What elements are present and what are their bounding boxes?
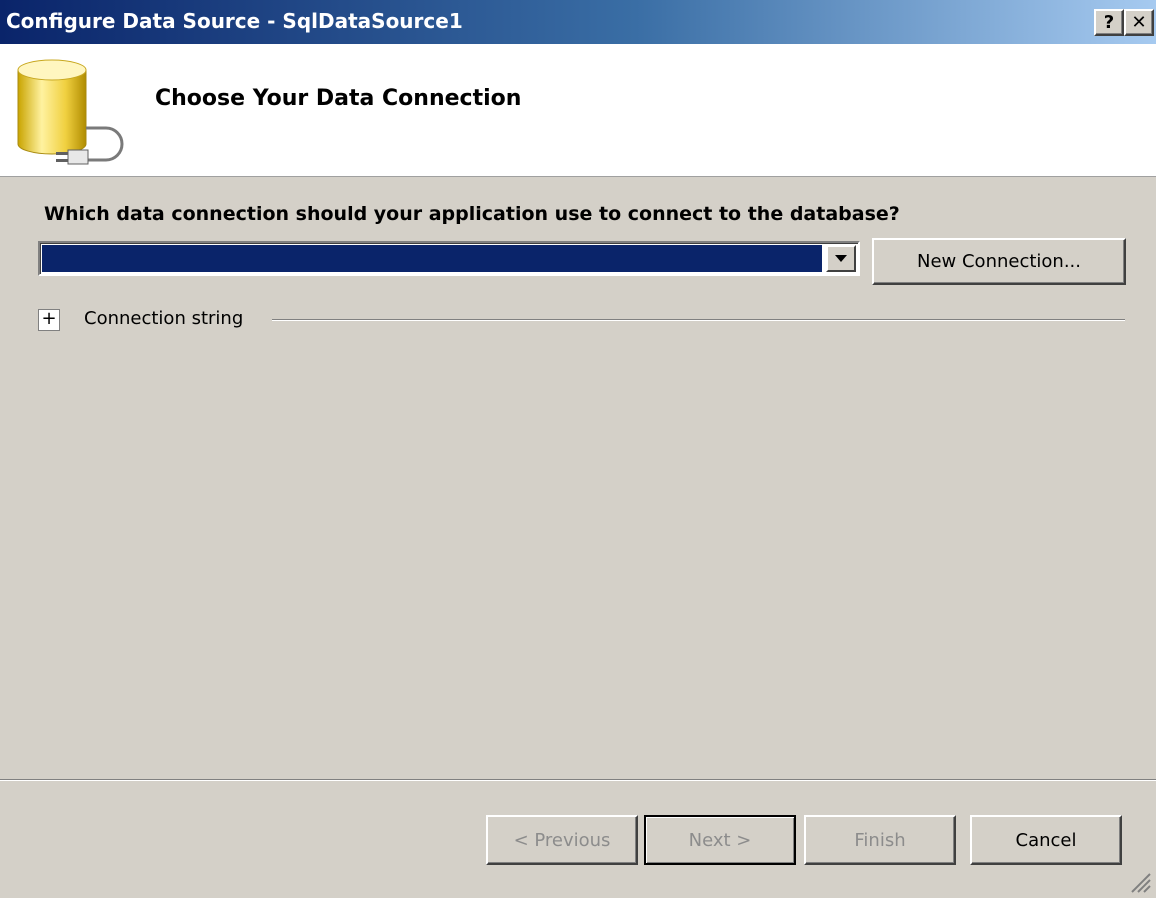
close-icon: ✕ [1131, 11, 1147, 33]
close-button[interactable]: ✕ [1124, 9, 1154, 36]
configure-data-source-dialog: Configure Data Source - SqlDataSource1 ?… [0, 0, 1156, 898]
previous-button[interactable]: < Previous [486, 815, 638, 865]
data-connection-dropdown[interactable] [38, 241, 860, 276]
title-bar[interactable]: Configure Data Source - SqlDataSource1 ?… [0, 0, 1156, 44]
cancel-button[interactable]: Cancel [970, 815, 1122, 865]
data-connection-selected-value[interactable] [42, 245, 822, 272]
connection-question-label: Which data connection should your applic… [44, 203, 900, 225]
database-plug-icon [17, 59, 124, 165]
dropdown-button[interactable] [826, 245, 856, 272]
wizard-header: Choose Your Data Connection [0, 44, 1156, 177]
expand-plus-icon[interactable]: + [38, 309, 60, 331]
finish-button[interactable]: Finish [804, 815, 956, 865]
next-button[interactable]: Next > [644, 815, 796, 865]
window-title: Configure Data Source - SqlDataSource1 [6, 9, 463, 33]
footer-separator [0, 779, 1156, 781]
new-connection-button[interactable]: New Connection... [872, 238, 1126, 285]
connection-string-divider [272, 319, 1125, 321]
connection-string-label: Connection string [84, 308, 244, 329]
help-button[interactable]: ? [1094, 9, 1124, 36]
dropdown-arrow-icon [835, 255, 847, 262]
resize-grip-icon[interactable] [1128, 870, 1152, 894]
page-title: Choose Your Data Connection [155, 86, 522, 111]
